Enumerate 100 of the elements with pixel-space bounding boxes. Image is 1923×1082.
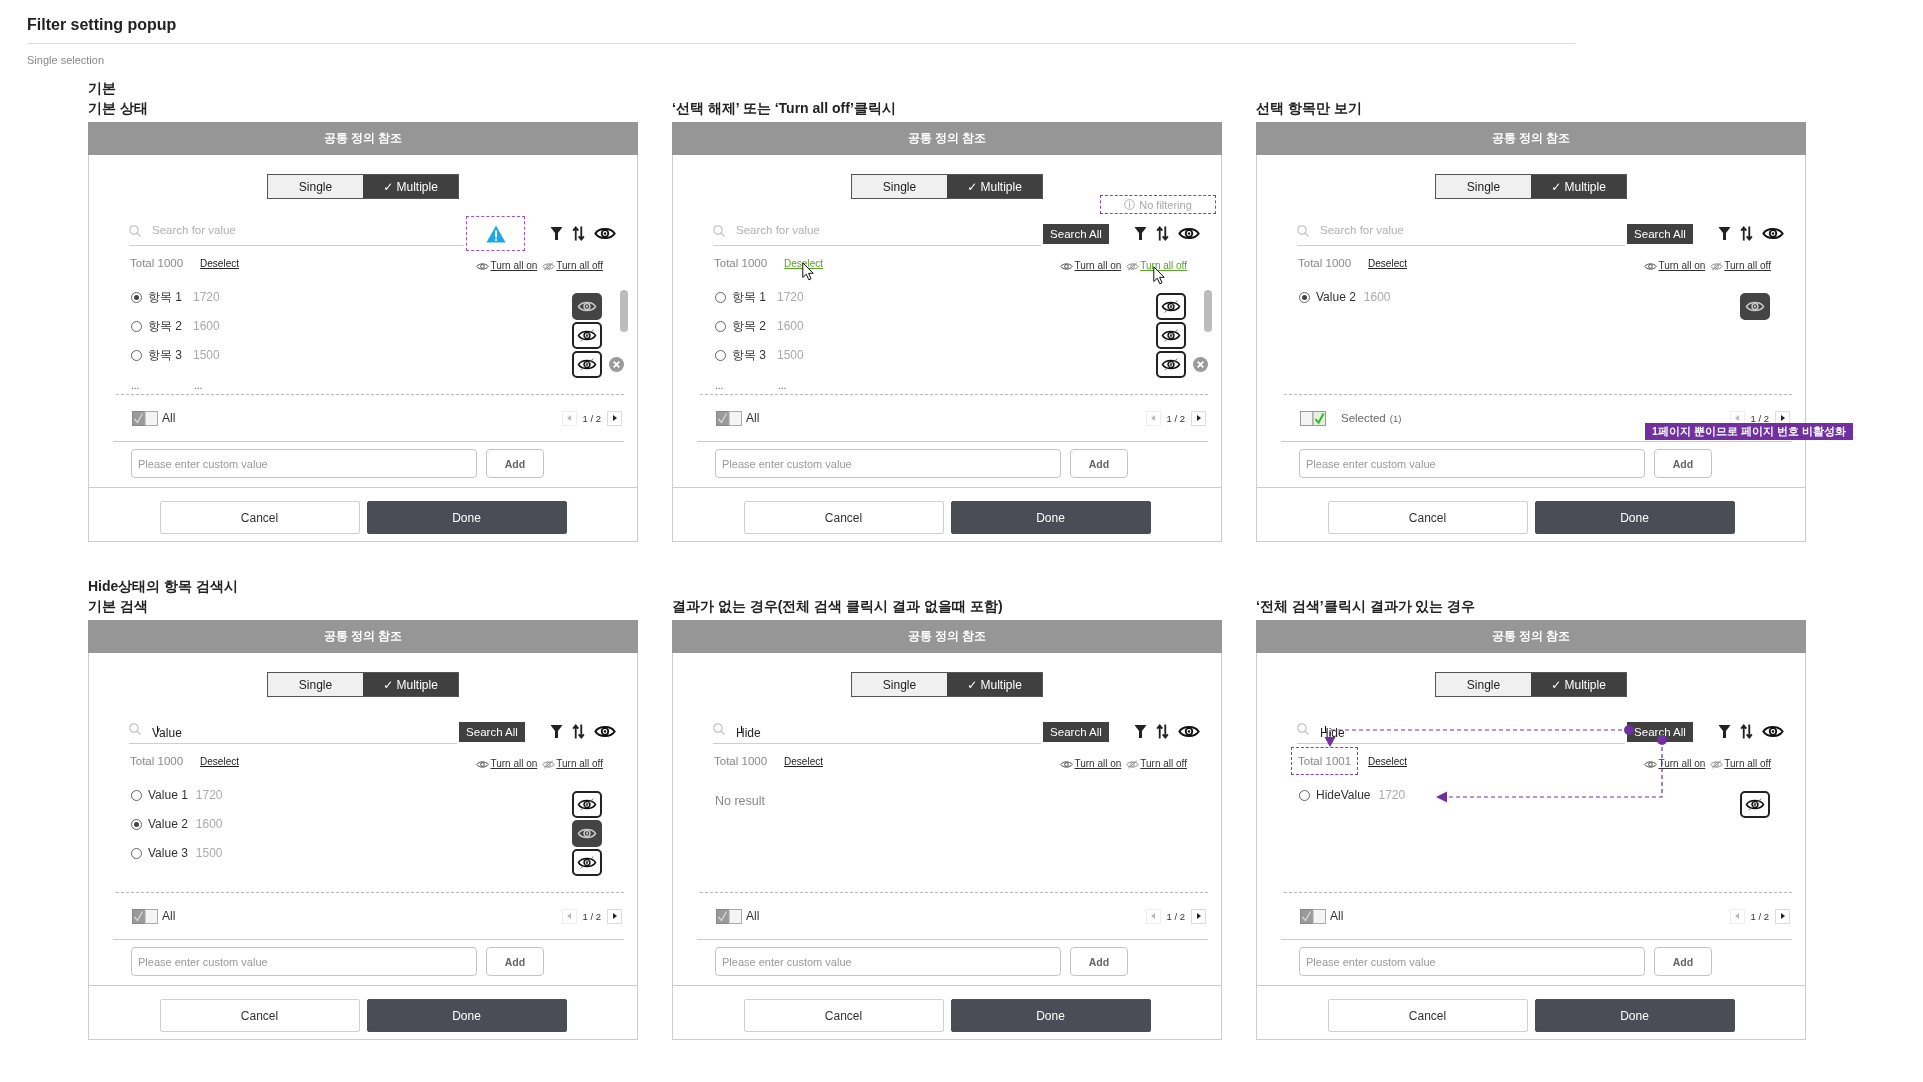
- toggle-checkbox[interactable]: [716, 410, 742, 426]
- toggle-checkbox[interactable]: [132, 908, 158, 924]
- done-button[interactable]: Done: [1534, 999, 1735, 1032]
- eye-icon[interactable]: [1178, 724, 1200, 739]
- radio-button[interactable]: [131, 320, 142, 332]
- next-page-button[interactable]: [607, 410, 622, 426]
- toggle-checkbox[interactable]: [716, 908, 742, 924]
- search-all-button[interactable]: Search All: [1043, 223, 1109, 244]
- visibility-toggle[interactable]: [572, 351, 602, 378]
- mode-tab[interactable]: Single: [852, 175, 947, 198]
- visibility-toggle[interactable]: [572, 293, 602, 320]
- filter-icon[interactable]: [550, 226, 563, 241]
- mode-tab[interactable]: Single: [268, 673, 363, 696]
- visibility-toggle[interactable]: [572, 322, 602, 349]
- radio-button[interactable]: [131, 291, 142, 303]
- mode-tab[interactable]: ✓ Multiple: [1531, 673, 1626, 696]
- visibility-toggle[interactable]: [572, 820, 602, 847]
- mode-tab[interactable]: Single: [1436, 673, 1531, 696]
- add-button[interactable]: Add: [1070, 947, 1128, 976]
- search-all-button[interactable]: Search All: [1627, 721, 1693, 742]
- visibility-link[interactable]: Turn all on: [476, 260, 538, 272]
- radio-button[interactable]: [715, 349, 726, 361]
- scrollbar-thumb[interactable]: [1204, 290, 1212, 332]
- filter-icon[interactable]: [1134, 226, 1147, 241]
- radio-button[interactable]: [131, 349, 142, 361]
- visibility-toggle[interactable]: [1740, 791, 1770, 818]
- custom-value-input[interactable]: Please enter custom value: [1299, 947, 1645, 976]
- mode-tab[interactable]: Single: [1436, 175, 1531, 198]
- sort-icon[interactable]: [1740, 724, 1753, 739]
- visibility-link[interactable]: Turn all off: [542, 260, 603, 272]
- add-button[interactable]: Add: [486, 947, 544, 976]
- cancel-button[interactable]: Cancel: [159, 501, 360, 534]
- next-page-button[interactable]: [1775, 908, 1790, 924]
- visibility-link[interactable]: Turn all on: [1644, 260, 1706, 272]
- cancel-button[interactable]: Cancel: [743, 999, 944, 1032]
- cancel-button[interactable]: Cancel: [159, 999, 360, 1032]
- done-button[interactable]: Done: [950, 999, 1151, 1032]
- filter-icon[interactable]: [1134, 724, 1147, 739]
- cancel-button[interactable]: Cancel: [1327, 999, 1528, 1032]
- add-button[interactable]: Add: [1654, 947, 1712, 976]
- visibility-link[interactable]: Turn all on: [1060, 758, 1122, 770]
- toggle-checkbox[interactable]: [132, 410, 158, 426]
- custom-value-input[interactable]: Please enter custom value: [715, 449, 1061, 478]
- radio-button[interactable]: [131, 818, 142, 830]
- deselect-link[interactable]: Deselect: [1368, 754, 1407, 768]
- deselect-link[interactable]: Deselect: [200, 754, 239, 768]
- mode-tab[interactable]: ✓ Multiple: [947, 673, 1042, 696]
- visibility-link[interactable]: Turn all off: [1126, 758, 1187, 770]
- eye-icon[interactable]: [1762, 226, 1784, 241]
- visibility-toggle[interactable]: [1156, 293, 1186, 320]
- add-button[interactable]: Add: [1070, 449, 1128, 478]
- deselect-link[interactable]: Deselect: [784, 754, 823, 768]
- done-button[interactable]: Done: [1534, 501, 1735, 534]
- search-all-button[interactable]: Search All: [459, 721, 525, 742]
- deselect-link[interactable]: Deselect: [1368, 256, 1407, 270]
- visibility-link[interactable]: Turn all on: [1644, 758, 1706, 770]
- custom-value-input[interactable]: Please enter custom value: [131, 947, 477, 976]
- next-page-button[interactable]: [1191, 908, 1206, 924]
- radio-button[interactable]: [1299, 789, 1310, 801]
- radio-button[interactable]: [131, 847, 142, 859]
- custom-value-input[interactable]: Please enter custom value: [1299, 449, 1645, 478]
- visibility-toggle[interactable]: [1156, 351, 1186, 378]
- custom-value-input[interactable]: Please enter custom value: [131, 449, 477, 478]
- done-button[interactable]: Done: [366, 999, 567, 1032]
- filter-icon[interactable]: [550, 724, 563, 739]
- search-all-button[interactable]: Search All: [1627, 223, 1693, 244]
- custom-value-input[interactable]: Please enter custom value: [715, 947, 1061, 976]
- visibility-toggle[interactable]: [1156, 322, 1186, 349]
- visibility-link[interactable]: Turn all off: [542, 758, 603, 770]
- visibility-link[interactable]: Turn all on: [476, 758, 538, 770]
- done-button[interactable]: Done: [950, 501, 1151, 534]
- mode-tab[interactable]: ✓ Multiple: [363, 175, 458, 198]
- sort-icon[interactable]: [572, 226, 585, 241]
- cancel-button[interactable]: Cancel: [743, 501, 944, 534]
- sort-icon[interactable]: [1156, 724, 1169, 739]
- mode-tab[interactable]: Single: [268, 175, 363, 198]
- done-button[interactable]: Done: [366, 501, 567, 534]
- toggle-checkbox[interactable]: [1300, 410, 1326, 426]
- filter-icon[interactable]: [1718, 724, 1731, 739]
- visibility-link[interactable]: Turn all off: [1710, 260, 1771, 272]
- deselect-link[interactable]: Deselect: [200, 256, 239, 270]
- visibility-link[interactable]: Turn all off: [1710, 758, 1771, 770]
- toggle-checkbox[interactable]: [1300, 908, 1326, 924]
- mode-tab[interactable]: ✓ Multiple: [947, 175, 1042, 198]
- visibility-toggle[interactable]: [1740, 293, 1770, 320]
- mode-tab[interactable]: ✓ Multiple: [1531, 175, 1626, 198]
- mode-tab[interactable]: Single: [852, 673, 947, 696]
- scrollbar-thumb[interactable]: [620, 290, 628, 332]
- radio-button[interactable]: [715, 291, 726, 303]
- radio-button[interactable]: [1299, 291, 1310, 303]
- next-page-button[interactable]: [1191, 410, 1206, 426]
- radio-button[interactable]: [131, 789, 142, 801]
- add-button[interactable]: Add: [486, 449, 544, 478]
- next-page-button[interactable]: [607, 908, 622, 924]
- sort-icon[interactable]: [1740, 226, 1753, 241]
- search-all-button[interactable]: Search All: [1043, 721, 1109, 742]
- filter-icon[interactable]: [1718, 226, 1731, 241]
- sort-icon[interactable]: [1156, 226, 1169, 241]
- add-button[interactable]: Add: [1654, 449, 1712, 478]
- visibility-link[interactable]: Turn all on: [1060, 260, 1122, 272]
